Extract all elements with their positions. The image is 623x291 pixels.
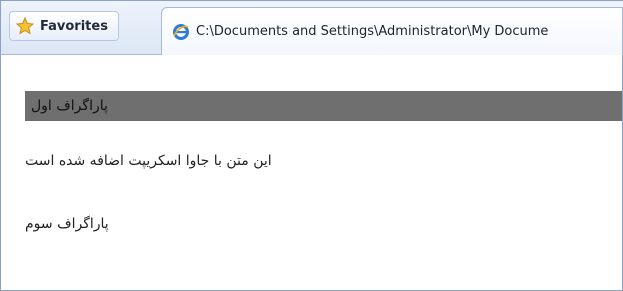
favorites-toolbar: Favorites C:\Documents and Settings\Admi… <box>1 1 623 55</box>
paragraph-first-text: پاراگراف اول <box>31 98 108 114</box>
browser-tab[interactable]: C:\Documents and Settings\Administrator\… <box>161 7 623 55</box>
favorites-button[interactable]: Favorites <box>9 11 119 41</box>
paragraph-third-text: پاراگراف سوم <box>25 216 109 232</box>
tab-title: C:\Documents and Settings\Administrator\… <box>196 24 549 39</box>
paragraph-added-by-script: این متن با جاوا اسکریپت اضافه شده است <box>25 153 622 175</box>
page-content: پاراگراف اول این متن با جاوا اسکریپت اضا… <box>1 56 622 290</box>
favorites-label: Favorites <box>40 18 108 34</box>
paragraph-second-text: این متن با جاوا اسکریپت اضافه شده است <box>25 153 272 169</box>
paragraph-first-highlighted: پاراگراف اول <box>25 91 622 121</box>
ie-icon <box>172 23 190 41</box>
paragraph-third: پاراگراف سوم <box>25 216 622 238</box>
star-icon <box>15 16 35 35</box>
browser-window: Favorites C:\Documents and Settings\Admi… <box>0 0 623 291</box>
